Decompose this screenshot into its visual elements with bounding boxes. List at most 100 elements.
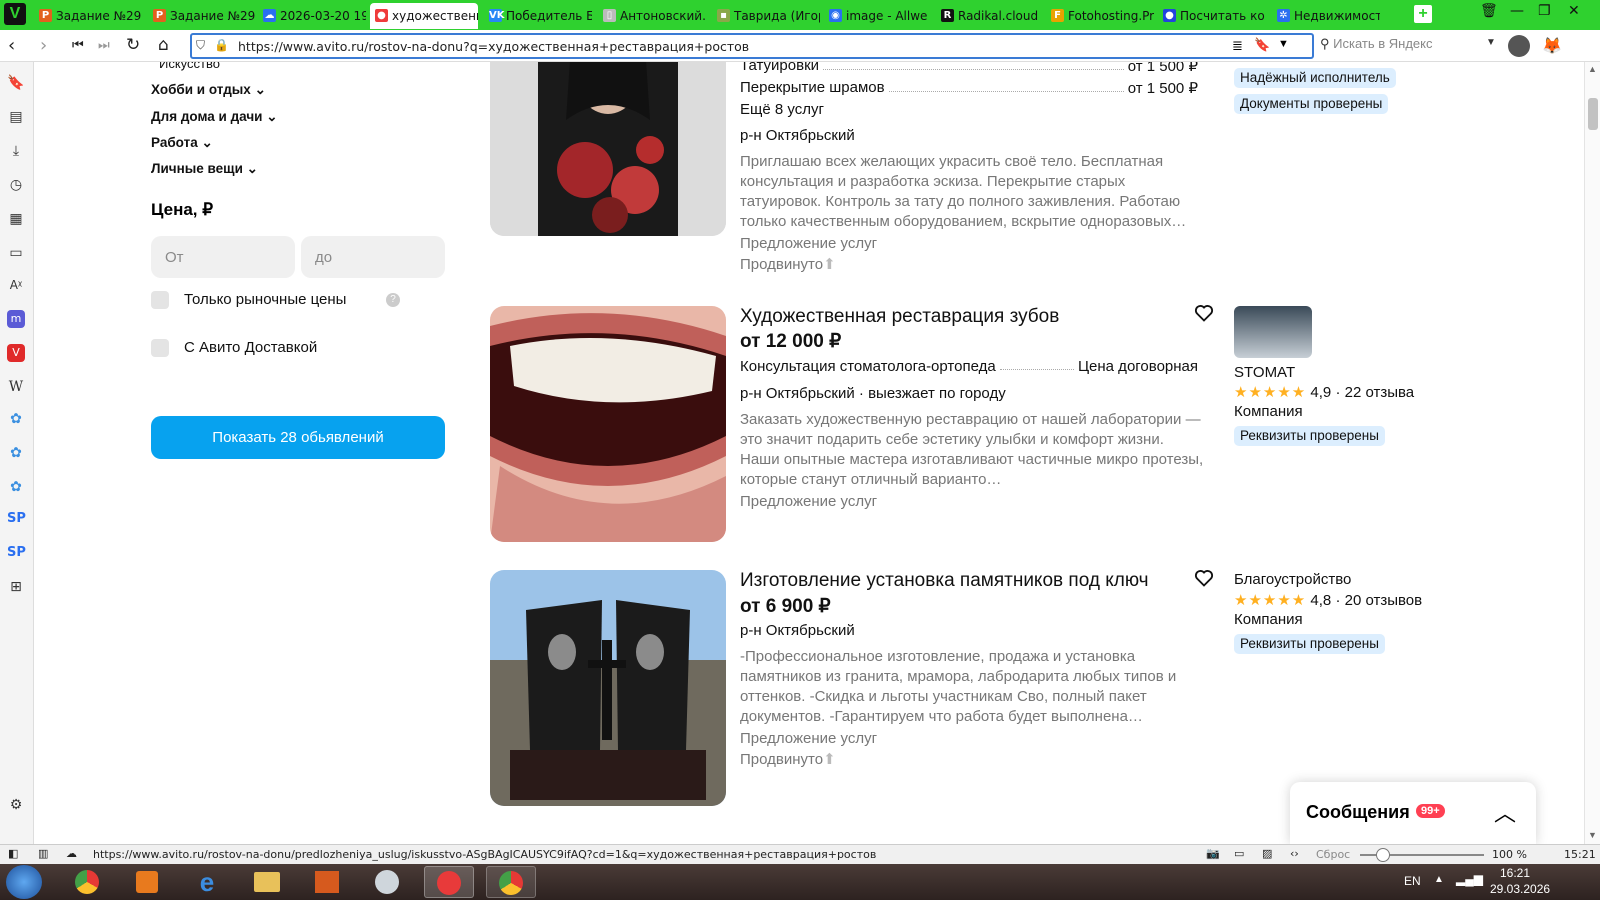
browser-tab[interactable]: P Задание №29. — [34, 3, 142, 29]
forward-button[interactable]: › — [40, 35, 47, 56]
price-to-input[interactable]: до — [301, 236, 445, 278]
scroll-up-icon[interactable]: ▲ — [1588, 64, 1597, 74]
settings-gear-icon[interactable]: ⚙ — [7, 796, 25, 814]
network-signal-icon[interactable]: ▂▄▆ — [1456, 872, 1483, 886]
window-panel-icon[interactable]: ▭ — [7, 244, 25, 262]
taskbar-office[interactable] — [302, 866, 352, 898]
browser-tab[interactable]: ● Посчитать ко — [1158, 3, 1266, 29]
tile-tabs-icon[interactable]: ▥ — [38, 847, 48, 860]
vivaldi-social-icon[interactable]: V — [7, 344, 25, 362]
camera-icon[interactable]: 📷 — [1206, 847, 1220, 860]
zoom-slider[interactable] — [1360, 848, 1484, 862]
page-scrollbar[interactable]: ▲ ▼ — [1584, 62, 1600, 844]
taskbar-explorer[interactable] — [242, 866, 292, 898]
web-panel-icon-2[interactable]: ✿ — [7, 444, 25, 462]
window-icon[interactable]: ▭ — [1234, 847, 1244, 860]
market-price-checkbox[interactable] — [151, 291, 169, 309]
taskbar-hp[interactable] — [362, 866, 412, 898]
add-panel-icon[interactable]: ⊞ — [7, 578, 25, 596]
price-from-input[interactable]: От — [151, 236, 295, 278]
browser-tab[interactable]: ☁ 2026-03-20 19 — [258, 3, 366, 29]
dropdown-icon[interactable]: ▼ — [1278, 38, 1289, 50]
sp-panel-icon-1[interactable]: SP — [7, 510, 26, 528]
history-icon[interactable]: ◷ — [7, 176, 25, 194]
taskbar-media-player[interactable] — [122, 866, 172, 898]
bookmark-icon[interactable]: 🔖 — [1254, 37, 1270, 53]
listing-title[interactable]: Изготовление установка памятников под кл… — [740, 570, 1149, 592]
browser-tab[interactable]: VK Победитель Б — [484, 3, 592, 29]
search-engine-dropdown-icon[interactable]: ▼ — [1486, 37, 1496, 48]
reader-view-icon[interactable]: ≣ — [1232, 38, 1243, 54]
browser-tab[interactable]: ▪ Таврида (Игор — [712, 3, 820, 29]
category-personal[interactable]: Личные вещи ⌄ — [151, 161, 258, 177]
scroll-down-icon[interactable]: ▼ — [1588, 830, 1597, 840]
image-icon[interactable]: ▨ — [1262, 847, 1272, 860]
trash-icon[interactable]: 🗑 — [1480, 3, 1498, 19]
sp-panel-icon-2[interactable]: SP — [7, 544, 26, 562]
web-panel-icon-3[interactable]: ✿ — [7, 478, 25, 496]
taskbar-chrome[interactable] — [62, 866, 112, 898]
category-hobby[interactable]: Хобби и отдых ⌄ — [151, 82, 266, 98]
wikipedia-icon[interactable]: W — [7, 378, 25, 396]
profile-avatar[interactable] — [1508, 35, 1530, 57]
bookmarks-panel-icon[interactable]: 🔖 — [7, 74, 25, 92]
taskbar-chrome-2[interactable] — [486, 866, 536, 898]
downloads-icon[interactable]: ⤓ — [7, 142, 25, 160]
messages-widget[interactable]: Сообщения 99+ ︿ — [1290, 782, 1536, 844]
code-icon[interactable]: ‹› — [1290, 847, 1299, 860]
fast-forward-button[interactable]: ⏭ — [98, 38, 110, 53]
listing-title[interactable]: Художественная реставрация зубов — [740, 306, 1059, 328]
notes-icon[interactable]: ▦ — [7, 210, 25, 228]
listing-photo-tattoo[interactable] — [490, 62, 726, 236]
browser-tab[interactable]: F Fotohosting.Pr — [1046, 3, 1154, 29]
minimize-button[interactable]: — — [1510, 3, 1524, 19]
mastodon-icon[interactable]: m — [7, 310, 25, 328]
rewind-button[interactable]: ⏮ — [72, 38, 84, 53]
seller-name[interactable]: Благоустройство — [1234, 571, 1351, 588]
fox-extension-icon[interactable]: 🦊 — [1542, 36, 1562, 56]
taskbar-vivaldi[interactable] — [424, 866, 474, 898]
sync-cloud-icon[interactable]: ☁ — [66, 847, 77, 860]
favorite-heart-icon[interactable] — [1194, 568, 1214, 588]
browser-tab[interactable]: R Radikal.cloud — [936, 3, 1044, 29]
help-icon[interactable]: ? — [386, 293, 400, 307]
home-button[interactable]: ⌂ — [158, 35, 169, 55]
browser-tab[interactable]: P Задание №29. — [148, 3, 256, 29]
tray-arrow-icon[interactable]: ▲ — [1434, 874, 1444, 885]
zoom-reset-button[interactable]: Сброс — [1316, 848, 1350, 861]
reading-list-icon[interactable]: ▤ — [7, 108, 25, 126]
scrollbar-thumb[interactable] — [1588, 98, 1598, 130]
more-services-link[interactable]: Ещё 8 услуг — [740, 101, 824, 118]
vivaldi-menu-button[interactable]: V — [4, 3, 26, 25]
web-panel-icon-1[interactable]: ✿ — [7, 410, 25, 428]
listing-photo-monuments[interactable] — [490, 570, 726, 806]
show-results-button[interactable]: Показать 28 обьявлений — [151, 416, 445, 459]
lock-icon[interactable]: 🔒 — [214, 38, 229, 52]
browser-tab[interactable]: ✲ Недвижимост — [1272, 3, 1380, 29]
search-field[interactable]: ⚲ Искать в Яндекс ▼ — [1320, 36, 1520, 56]
new-tab-button[interactable]: + — [1414, 5, 1432, 23]
category-link-partial[interactable]: Искусство — [159, 62, 220, 71]
reload-button[interactable]: ↻ — [126, 35, 140, 55]
restore-button[interactable]: ❐ — [1538, 3, 1551, 19]
browser-tab[interactable]: ▯ Антоновский. — [598, 3, 706, 29]
browser-tab[interactable]: ◉ image - Allwe — [824, 3, 932, 29]
browser-tab[interactable]: ● художественна — [370, 3, 478, 29]
delivery-checkbox[interactable] — [151, 339, 169, 357]
url-field[interactable]: ⛉ 🔒 https://www.avito.ru/rostov-na-donu?… — [190, 33, 1314, 59]
close-window-button[interactable]: ✕ — [1568, 3, 1580, 19]
translate-icon[interactable]: Aᵡ — [7, 276, 25, 294]
taskbar-internet-explorer[interactable]: e — [182, 866, 232, 898]
listing-photo-teeth[interactable] — [490, 306, 726, 542]
category-work[interactable]: Работа ⌄ — [151, 135, 213, 151]
start-button[interactable] — [6, 865, 42, 899]
shield-icon[interactable]: ⛉ — [196, 38, 205, 53]
seller-name[interactable]: STOMAT — [1234, 364, 1295, 381]
panel-toggle-icon[interactable]: ◧ — [8, 847, 18, 860]
favorite-heart-icon[interactable] — [1194, 303, 1214, 323]
language-indicator[interactable]: EN — [1404, 874, 1421, 888]
zoom-slider-handle[interactable] — [1376, 848, 1390, 862]
chevron-up-icon[interactable]: ︿ — [1494, 796, 1516, 828]
back-button[interactable]: ‹ — [8, 35, 15, 56]
category-home[interactable]: Для дома и дачи ⌄ — [151, 109, 278, 125]
